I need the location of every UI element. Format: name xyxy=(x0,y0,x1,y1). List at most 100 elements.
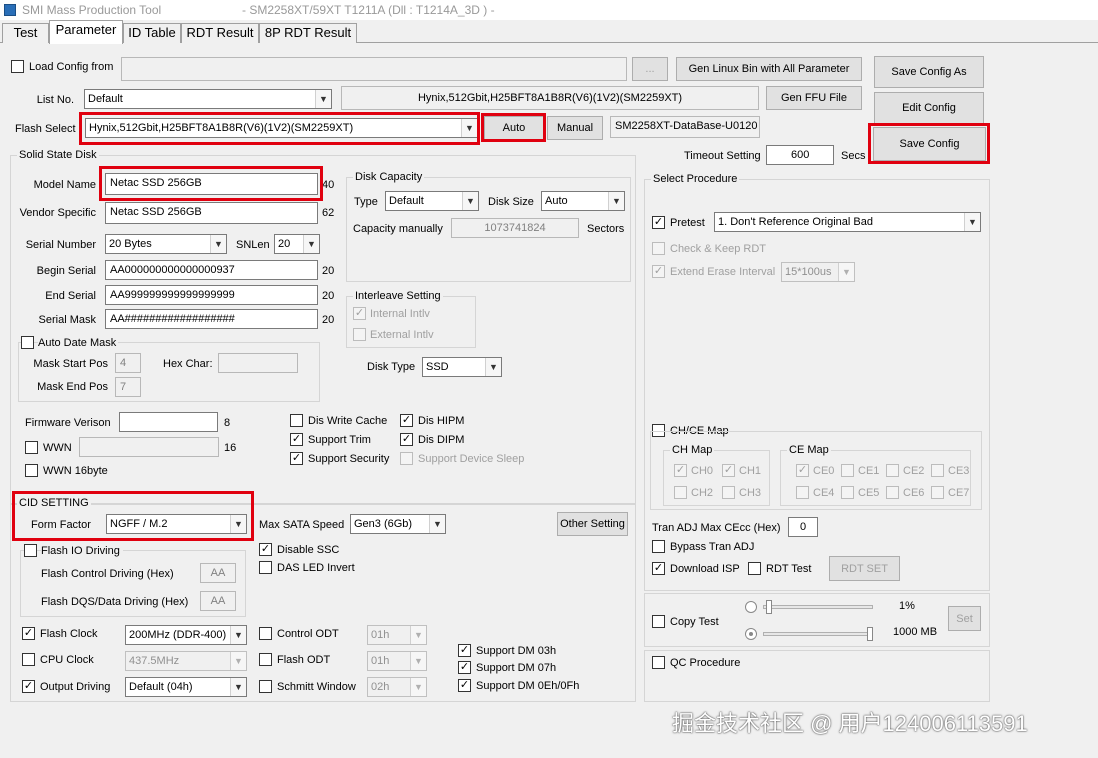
gen-linux-bin-button[interactable]: Gen Linux Bin with All Parameter xyxy=(676,57,862,81)
form-factor-select[interactable]: NGFF / M.2 ▼ xyxy=(106,514,247,534)
edit-config-button[interactable]: Edit Config xyxy=(874,92,984,124)
model-name-input[interactable]: Netac SSD 256GB xyxy=(105,173,318,195)
ce4-checkbox[interactable] xyxy=(796,486,809,499)
flash-io-driving-checkbox[interactable] xyxy=(24,544,37,557)
gen-ffu-file-button[interactable]: Gen FFU File xyxy=(766,86,862,110)
end-serial-input[interactable]: AA999999999999999999 xyxy=(105,285,318,305)
support-dm-03h-checkbox[interactable]: ✓ xyxy=(458,644,471,657)
tab-8p-rdt-result[interactable]: 8P RDT Result xyxy=(259,23,357,43)
serial-mask-input[interactable]: AA################## xyxy=(105,309,318,329)
flash-dqs-driving-input[interactable]: AA xyxy=(200,591,236,611)
support-trim-checkbox[interactable]: ✓ xyxy=(290,433,303,446)
hex-char-input[interactable] xyxy=(218,353,298,373)
dis-dipm-checkbox[interactable]: ✓ xyxy=(400,433,413,446)
capacity-input[interactable]: 1073741824 xyxy=(451,218,579,238)
flash-odt-checkbox[interactable] xyxy=(259,653,272,666)
wwn-checkbox[interactable] xyxy=(25,441,38,454)
load-config-checkbox[interactable] xyxy=(11,60,24,73)
set-button[interactable]: Set xyxy=(948,606,981,631)
save-config-button[interactable]: Save Config xyxy=(873,127,986,161)
tab-rdt-result[interactable]: RDT Result xyxy=(181,23,259,43)
wwn-input[interactable] xyxy=(79,437,219,457)
percent-slider-thumb[interactable] xyxy=(766,600,772,614)
cpu-clock-checkbox[interactable] xyxy=(22,653,35,666)
flash-clock-checkbox[interactable]: ✓ xyxy=(22,627,35,640)
disk-size-select[interactable]: Auto ▼ xyxy=(541,191,625,211)
disable-ssc-checkbox[interactable]: ✓ xyxy=(259,543,272,556)
support-dm-0eh-checkbox[interactable]: ✓ xyxy=(458,679,471,692)
ce7-checkbox[interactable] xyxy=(931,486,944,499)
serial-number-select[interactable]: 20 Bytes ▼ xyxy=(105,234,227,254)
internal-intlv-checkbox[interactable]: ✓ xyxy=(353,307,366,320)
ce1-checkbox[interactable] xyxy=(841,464,854,477)
check-keep-rdt-checkbox[interactable] xyxy=(652,242,665,255)
control-odt-select[interactable]: 01h ▼ xyxy=(367,625,427,645)
manual-button[interactable]: Manual xyxy=(547,116,603,140)
ce6-checkbox[interactable] xyxy=(886,486,899,499)
output-driving-select[interactable]: Default (04h) ▼ xyxy=(125,677,247,697)
support-dm-07h-checkbox[interactable]: ✓ xyxy=(458,661,471,674)
wwn-16byte-checkbox[interactable] xyxy=(25,464,38,477)
mask-start-pos-input[interactable]: 4 xyxy=(115,353,141,373)
size-slider[interactable] xyxy=(763,632,873,636)
disk-type-select[interactable]: SSD ▼ xyxy=(422,357,502,377)
bypass-tran-adj-checkbox[interactable] xyxy=(652,540,665,553)
auto-button[interactable]: Auto xyxy=(484,116,544,140)
size-radio[interactable] xyxy=(745,628,757,640)
max-sata-speed-select[interactable]: Gen3 (6Gb) ▼ xyxy=(350,514,446,534)
output-driving-checkbox[interactable]: ✓ xyxy=(22,680,35,693)
qc-procedure-checkbox[interactable] xyxy=(652,656,665,669)
dis-write-cache-checkbox[interactable] xyxy=(290,414,303,427)
support-security-checkbox[interactable]: ✓ xyxy=(290,452,303,465)
timeout-input[interactable]: 600 xyxy=(766,145,834,165)
tran-adj-input[interactable]: 0 xyxy=(788,517,818,537)
auto-date-mask-checkbox[interactable] xyxy=(21,336,34,349)
ch2-checkbox[interactable] xyxy=(674,486,687,499)
percent-radio[interactable] xyxy=(745,601,757,613)
mask-end-pos-input[interactable]: 7 xyxy=(115,377,141,397)
ce3-checkbox[interactable] xyxy=(931,464,944,477)
flash-control-driving-input[interactable]: AA xyxy=(200,563,236,583)
ch1-checkbox[interactable]: ✓ xyxy=(722,464,735,477)
snlen-label: SNLen xyxy=(236,239,270,251)
percent-slider[interactable] xyxy=(763,605,873,609)
other-setting-button[interactable]: Other Setting xyxy=(557,512,628,536)
flash-select-dropdown[interactable]: Hynix,512Gbit,H25BFT8A1B8R(V6)(1V2)(SM22… xyxy=(85,118,478,138)
cpu-clock-select[interactable]: 437.5MHz ▼ xyxy=(125,651,247,671)
type-select[interactable]: Default ▼ xyxy=(385,191,479,211)
schmitt-window-checkbox[interactable] xyxy=(259,680,272,693)
support-device-sleep-checkbox[interactable] xyxy=(400,452,413,465)
das-led-invert-checkbox[interactable] xyxy=(259,561,272,574)
copy-test-checkbox[interactable] xyxy=(652,615,665,628)
ch0-checkbox[interactable]: ✓ xyxy=(674,464,687,477)
vendor-specific-input[interactable]: Netac SSD 256GB xyxy=(105,202,318,224)
firmware-input[interactable] xyxy=(119,412,218,432)
dis-hipm-checkbox[interactable]: ✓ xyxy=(400,414,413,427)
extend-erase-checkbox[interactable]: ✓ xyxy=(652,265,665,278)
size-slider-thumb[interactable] xyxy=(867,627,873,641)
flash-clock-select[interactable]: 200MHz (DDR-400) ▼ xyxy=(125,625,247,645)
control-odt-checkbox[interactable] xyxy=(259,627,272,640)
tab-id-table[interactable]: ID Table xyxy=(123,23,181,43)
rdt-set-button[interactable]: RDT SET xyxy=(829,556,900,581)
rdt-test-checkbox[interactable] xyxy=(748,562,761,575)
flash-odt-select[interactable]: 01h ▼ xyxy=(367,651,427,671)
ch3-checkbox[interactable] xyxy=(722,486,735,499)
begin-serial-input[interactable]: AA000000000000000937 xyxy=(105,260,318,280)
pretest-select[interactable]: 1. Don't Reference Original Bad ▼ xyxy=(714,212,981,232)
ce2-checkbox[interactable] xyxy=(886,464,899,477)
tab-parameter[interactable]: Parameter xyxy=(49,20,123,44)
load-config-path[interactable] xyxy=(121,57,627,81)
pretest-checkbox[interactable]: ✓ xyxy=(652,216,665,229)
save-config-as-button[interactable]: Save Config As xyxy=(874,56,984,88)
tab-test[interactable]: Test xyxy=(2,23,49,43)
download-isp-checkbox[interactable]: ✓ xyxy=(652,562,665,575)
list-no-select[interactable]: Default ▼ xyxy=(84,89,332,109)
schmitt-window-select[interactable]: 02h ▼ xyxy=(367,677,427,697)
browse-button[interactable]: ... xyxy=(632,57,668,81)
ce0-checkbox[interactable]: ✓ xyxy=(796,464,809,477)
snlen-select[interactable]: 20 ▼ xyxy=(274,234,320,254)
ce5-checkbox[interactable] xyxy=(841,486,854,499)
external-intlv-checkbox[interactable] xyxy=(353,328,366,341)
extend-erase-select[interactable]: 15*100us ▼ xyxy=(781,262,855,282)
